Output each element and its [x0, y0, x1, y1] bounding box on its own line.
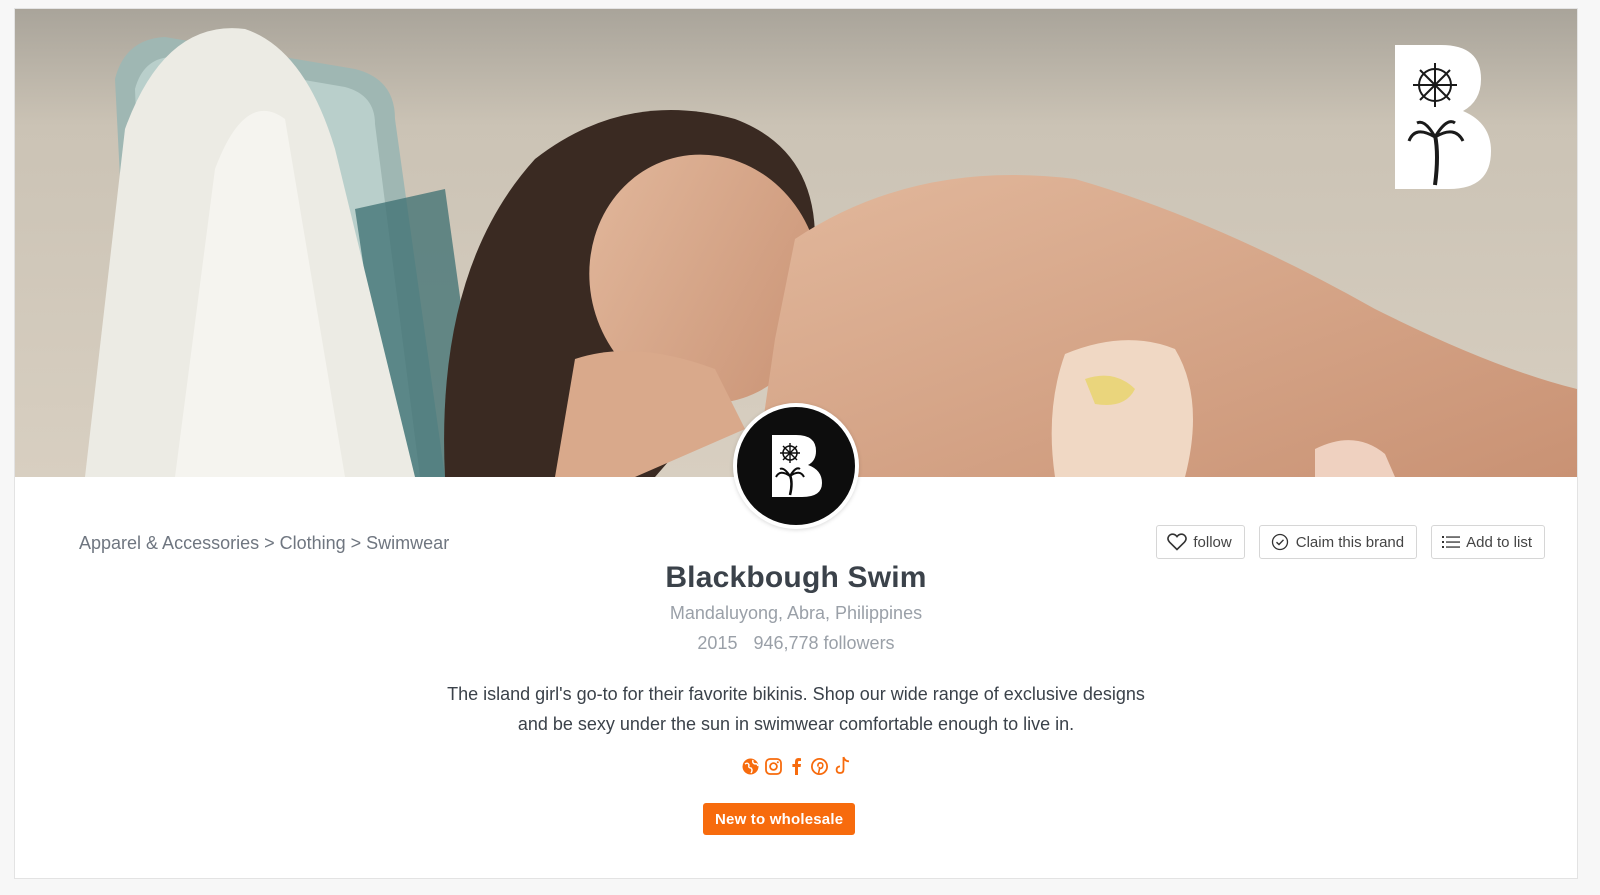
brand-description: The island girl's go-to for their favori…	[447, 684, 1145, 734]
followers-count: 946,778 followers	[753, 633, 895, 653]
follow-label: follow	[1193, 533, 1232, 551]
social-links	[15, 755, 1577, 777]
pinterest-icon[interactable]	[810, 755, 829, 777]
follow-button[interactable]: follow	[1156, 525, 1245, 559]
breadcrumb-item-clothing[interactable]: Clothing	[280, 533, 346, 553]
heart-icon	[1167, 533, 1188, 551]
breadcrumb: Apparel & Accessories > Clothing > Swimwear	[79, 533, 449, 554]
check-circle-icon	[1270, 533, 1290, 551]
add-to-list-label: Add to list	[1466, 533, 1532, 551]
brand-profile-card: Apparel & Accessories > Clothing > Swimwear …	[14, 8, 1578, 879]
brand-logo	[737, 407, 855, 525]
add-to-list-button[interactable]: Add to list	[1431, 525, 1545, 559]
website-icon[interactable]	[741, 755, 760, 777]
breadcrumb-separator: >	[350, 533, 362, 553]
breadcrumb-item-apparel[interactable]: Apparel & Accessories	[79, 533, 259, 553]
claim-brand-button[interactable]: Claim this brand	[1258, 525, 1418, 559]
brand-page: Apparel & Accessories > Clothing > Swimwear …	[0, 0, 1600, 895]
brand-actions: follow Claim this brand Add to list	[1156, 525, 1545, 559]
brand-logo-avatar	[733, 403, 859, 529]
brand-logo-mark	[772, 435, 822, 497]
instagram-icon[interactable]	[764, 755, 783, 777]
list-icon	[1442, 534, 1461, 550]
brand-name: Blackbough Swim	[665, 561, 927, 594]
breadcrumb-item-swimwear[interactable]: Swimwear	[366, 533, 449, 553]
new-to-wholesale-badge[interactable]: New to wholesale	[703, 803, 856, 835]
founded-year: 2015	[697, 633, 738, 653]
tiktok-icon[interactable]	[833, 755, 852, 777]
breadcrumb-separator: >	[264, 533, 275, 553]
claim-brand-label: Claim this brand	[1295, 533, 1405, 551]
brand-location: Mandaluyong, Abra, Philippines	[669, 603, 923, 623]
facebook-icon[interactable]	[787, 755, 806, 777]
brand-stats: 2015 946,778 followers	[15, 633, 1577, 654]
